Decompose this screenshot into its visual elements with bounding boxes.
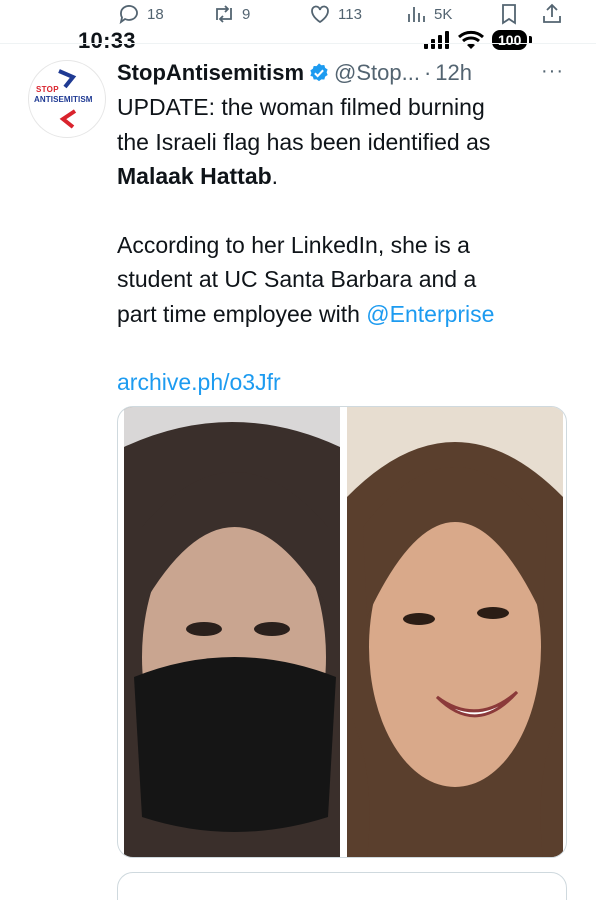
like-count: 113 bbox=[338, 5, 362, 23]
views-button[interactable]: 5K bbox=[404, 2, 452, 26]
tweet-text: UPDATE: the woman filmed burning the Isr… bbox=[117, 90, 577, 400]
separator-dot: · bbox=[423, 60, 432, 85]
tweet-header: StopAntisemitism @Stop... · 12h bbox=[117, 58, 472, 88]
clock: 10:33 bbox=[78, 28, 136, 53]
tweet-text-line: student at UC Santa Barbara and a bbox=[117, 266, 477, 292]
photo-masked-woman-image bbox=[124, 407, 340, 857]
verified-badge-icon bbox=[310, 63, 328, 82]
author-name[interactable]: StopAntisemitism bbox=[117, 60, 304, 86]
archive-link[interactable]: archive.ph/o3Jfr bbox=[117, 365, 577, 400]
share-icon bbox=[543, 3, 561, 23]
bookmark-icon bbox=[502, 4, 516, 25]
cellular-signal-icon bbox=[424, 31, 449, 49]
tweet-media[interactable] bbox=[117, 406, 567, 858]
wifi-icon bbox=[458, 30, 484, 49]
battery-indicator: 100 bbox=[492, 30, 528, 50]
logo-text-stop: STOP bbox=[36, 85, 59, 94]
share-button[interactable] bbox=[540, 2, 564, 26]
tweet-text-period: . bbox=[271, 163, 279, 189]
divider bbox=[0, 43, 596, 44]
logo-text-antisemitism: ANTISEMITISM bbox=[34, 95, 93, 104]
mention-link[interactable]: @Enterprise bbox=[366, 301, 494, 327]
retweet-count: 9 bbox=[242, 5, 251, 23]
tweet-text-line: According to her LinkedIn, she is a bbox=[117, 231, 470, 258]
like-button[interactable]: 113 bbox=[308, 2, 362, 26]
reply-button[interactable]: 18 bbox=[117, 2, 164, 26]
tweet-text-fragment: part time employee with bbox=[117, 300, 367, 327]
tweet-text-line: part time employee with @Enterprise bbox=[117, 297, 577, 332]
avatar[interactable]: STOP ANTISEMITISM bbox=[28, 60, 106, 138]
tweet-text-line: Malaak Hattab. bbox=[117, 159, 577, 194]
heart-icon bbox=[311, 5, 329, 24]
more-options-button[interactable]: ··· bbox=[541, 60, 564, 83]
photo-smiling-woman-image bbox=[347, 407, 563, 857]
author-handle[interactable]: @Stop... bbox=[334, 60, 420, 86]
tweet-timestamp[interactable]: 12h bbox=[435, 60, 472, 86]
identified-name: Malaak Hattab bbox=[117, 163, 272, 189]
status-icons: 100 bbox=[424, 30, 533, 50]
bookmark-button[interactable] bbox=[497, 2, 521, 26]
photo-masked-woman[interactable] bbox=[124, 407, 340, 857]
view-count: 5K bbox=[434, 5, 453, 23]
retweet-icon bbox=[216, 5, 232, 23]
views-icon bbox=[408, 7, 425, 22]
next-card-partial[interactable] bbox=[117, 872, 567, 900]
reply-count: 18 bbox=[147, 5, 164, 23]
tweet-text-line: UPDATE: the woman filmed burning bbox=[117, 94, 485, 120]
tweet-text-line: the Israeli flag has been identified as bbox=[117, 128, 491, 155]
status-bar: 10:33 100 bbox=[0, 26, 596, 56]
reply-icon bbox=[119, 5, 138, 25]
photo-smiling-woman[interactable] bbox=[347, 407, 563, 857]
retweet-button[interactable]: 9 bbox=[212, 2, 250, 26]
